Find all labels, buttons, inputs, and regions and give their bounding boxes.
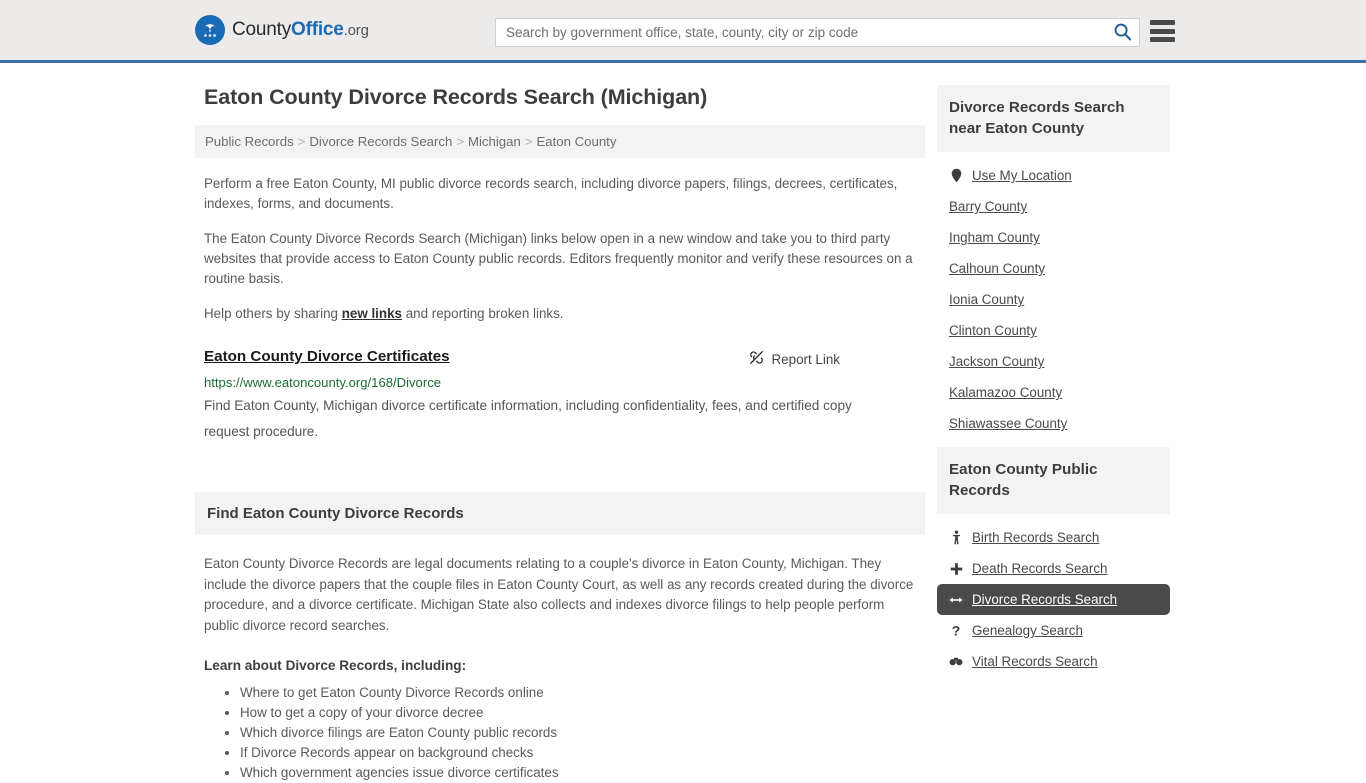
new-links-link[interactable]: new links xyxy=(342,306,402,321)
search-input[interactable] xyxy=(496,19,1105,46)
list-item: Which divorce filings are Eaton County p… xyxy=(240,723,916,743)
section-body: Eaton County Divorce Records are legal d… xyxy=(195,554,925,783)
sidebar-item-label: Divorce Records Search xyxy=(972,592,1118,607)
learn-list: Where to get Eaton County Divorce Record… xyxy=(204,683,916,783)
left-right-arrow-icon xyxy=(949,594,963,606)
intro-paragraph-1: Perform a free Eaton County, MI public d… xyxy=(204,176,898,211)
breadcrumb-separator: > xyxy=(297,134,306,149)
breadcrumb-separator: > xyxy=(524,134,533,149)
sidebar-item-jackson-county[interactable]: Jackson County xyxy=(937,346,1170,377)
sidebar-item-label: Ionia County xyxy=(949,292,1025,307)
list-item: How to get a copy of your divorce decree xyxy=(240,703,916,723)
breadcrumb: Public Records > Divorce Records Search > Mi… xyxy=(195,125,925,158)
map-pin-icon xyxy=(949,168,963,183)
countyoffice-logo-icon xyxy=(195,15,225,45)
section-paragraph: Eaton County Divorce Records are legal d… xyxy=(204,556,914,633)
sidebar-item-label: Vital Records Search xyxy=(972,654,1098,669)
hamburger-bar xyxy=(1150,28,1175,34)
sidebar-item-label: Barry County xyxy=(949,199,1028,214)
logo-text-county: County xyxy=(232,19,292,40)
sidebar-item-label: Shiawassee County xyxy=(949,416,1068,431)
sidebar-item-label: Jackson County xyxy=(949,354,1045,369)
search-button[interactable] xyxy=(1105,19,1139,46)
main-column: Eaton County Divorce Records Search (Mic… xyxy=(195,85,925,783)
public-records-list: Birth Records Search Death Records Searc… xyxy=(937,514,1170,677)
search-result: Eaton County Divorce Certificates Report… xyxy=(195,348,925,445)
share-text-before: Help others by sharing xyxy=(204,306,342,321)
svg-text:?: ? xyxy=(952,623,961,638)
sidebar-item-shiawassee-county[interactable]: Shiawassee County xyxy=(937,408,1170,439)
share-text-after: and reporting broken links. xyxy=(401,306,564,321)
nearby-searches-list: Use My Location Barry County Ingham Coun… xyxy=(937,152,1170,439)
breadcrumb-item-public-records[interactable]: Public Records xyxy=(205,134,294,149)
sidebar-item-calhoun-county[interactable]: Calhoun County xyxy=(937,253,1170,284)
sidebar-item-label: Ingham County xyxy=(949,230,1040,245)
sidebar-item-ionia-county[interactable]: Ionia County xyxy=(937,284,1170,315)
intro-paragraph-2: The Eaton County Divorce Records Search … xyxy=(204,231,913,286)
breadcrumb-item-eaton-county[interactable]: Eaton County xyxy=(537,134,617,149)
breadcrumb-item-divorce-records-search[interactable]: Divorce Records Search xyxy=(309,134,452,149)
baby-icon xyxy=(949,530,963,545)
sidebar-item-label: Death Records Search xyxy=(972,561,1108,576)
breadcrumb-item-michigan[interactable]: Michigan xyxy=(468,134,521,149)
sidebar-item-label: Clinton County xyxy=(949,323,1037,338)
site-header: CountyOffice.org xyxy=(0,0,1366,63)
search-bar xyxy=(495,18,1140,47)
binoculars-icon xyxy=(949,656,963,667)
list-item: Which government agencies issue divorce … xyxy=(240,763,916,783)
sidebar-item-barry-county[interactable]: Barry County xyxy=(937,191,1170,222)
result-description: Find Eaton County, Michigan divorce cert… xyxy=(204,398,852,439)
learn-heading: Learn about Divorce Records, including: xyxy=(204,658,467,673)
list-item: If Divorce Records appear on background … xyxy=(240,743,916,763)
sidebar-item-label: Calhoun County xyxy=(949,261,1046,276)
report-link-button[interactable]: Report Link xyxy=(748,349,840,369)
question-mark-icon: ? xyxy=(949,623,963,638)
search-icon xyxy=(1113,22,1132,44)
section-heading: Find Eaton County Divorce Records xyxy=(195,492,925,535)
sidebar-item-kalamazoo-county[interactable]: Kalamazoo County xyxy=(937,377,1170,408)
sidebar-item-ingham-county[interactable]: Ingham County xyxy=(937,222,1170,253)
result-url: https://www.eatoncounty.org/168/Divorce xyxy=(204,375,442,390)
site-logo-text: CountyOffice.org xyxy=(232,19,369,41)
intro-paragraph-3: Help others by sharing new links and rep… xyxy=(195,304,925,324)
sidebar-item-vital-records-search[interactable]: Vital Records Search xyxy=(937,646,1170,677)
report-link-label: Report Link xyxy=(771,351,840,367)
hamburger-bar xyxy=(1150,37,1175,42)
public-records-heading: Eaton County Public Records xyxy=(937,447,1170,514)
breadcrumb-separator: > xyxy=(456,134,465,149)
hamburger-menu-icon[interactable] xyxy=(1150,20,1175,42)
search-result-header: Eaton County Divorce Certificates Report… xyxy=(204,348,916,369)
content-row: Eaton County Divorce Records Search (Mic… xyxy=(195,63,1366,783)
sidebar-item-clinton-county[interactable]: Clinton County xyxy=(937,315,1170,346)
nearby-searches-heading: Divorce Records Search near Eaton County xyxy=(937,85,1170,152)
sidebar-item-label: Use My Location xyxy=(972,168,1072,183)
site-logo[interactable]: CountyOffice.org xyxy=(195,15,369,45)
public-records-panel: Eaton County Public Records Birth Record… xyxy=(937,447,1170,677)
sidebar-item-use-my-location[interactable]: Use My Location xyxy=(937,160,1170,191)
sidebar: Divorce Records Search near Eaton County… xyxy=(937,85,1170,783)
list-item: Where to get Eaton County Divorce Record… xyxy=(240,683,916,703)
logo-text-tld: .org xyxy=(343,22,369,39)
sidebar-item-label: Birth Records Search xyxy=(972,530,1100,545)
logo-text-office: Office xyxy=(291,19,344,40)
result-title-link[interactable]: Eaton County Divorce Certificates xyxy=(204,348,450,365)
sidebar-item-divorce-records-search[interactable]: Divorce Records Search xyxy=(937,584,1170,615)
sidebar-item-death-records-search[interactable]: Death Records Search xyxy=(937,553,1170,584)
page-title: Eaton County Divorce Records Search (Mic… xyxy=(204,85,708,109)
cross-icon xyxy=(949,562,963,576)
page-body: Eaton County Divorce Records Search (Mic… xyxy=(0,63,1366,783)
sidebar-item-label: Genealogy Search xyxy=(972,623,1083,638)
sidebar-item-genealogy-search[interactable]: ? Genealogy Search xyxy=(937,615,1170,646)
sidebar-item-label: Kalamazoo County xyxy=(949,385,1063,400)
sidebar-item-birth-records-search[interactable]: Birth Records Search xyxy=(937,522,1170,553)
broken-link-icon xyxy=(748,349,765,369)
hamburger-bar xyxy=(1150,20,1175,25)
nearby-searches-panel: Divorce Records Search near Eaton County… xyxy=(937,85,1170,439)
